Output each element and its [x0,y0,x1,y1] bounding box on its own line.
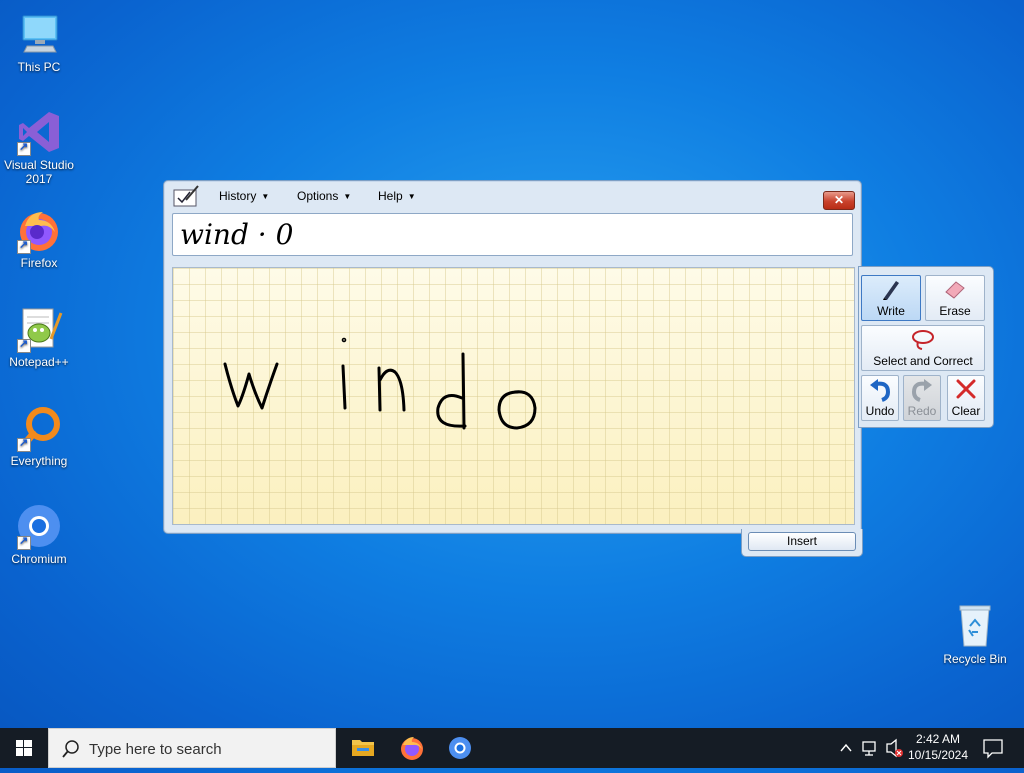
shortcut-arrow-icon [17,534,31,550]
select-and-correct-label: Select and Correct [873,354,973,368]
menu-options[interactable]: Options ▼ [297,189,351,203]
firefox-icon [401,737,423,760]
clear-button[interactable]: Clear [947,375,985,421]
erase-label: Erase [939,304,971,318]
menu-history[interactable]: History ▼ [219,189,269,203]
desktop-icon-label: This PC [17,60,61,74]
chromium-icon [449,737,471,759]
desktop-icon-recycle-bin[interactable]: Recycle Bin [939,602,1011,666]
write-button[interactable]: Write [861,275,921,321]
menu-help[interactable]: Help ▼ [378,189,416,203]
recycle-bin-icon [951,602,999,650]
pen-icon [883,281,899,300]
undo-button[interactable]: Undo [861,375,899,421]
everything-search-icon [15,404,63,452]
taskbar-file-explorer[interactable] [339,728,387,768]
start-button[interactable] [0,728,48,768]
notification-icon [983,739,1003,759]
desktop-icon-chromium[interactable]: Chromium [3,502,75,566]
chevron-down-icon: ▼ [343,192,352,201]
clock-date: 10/15/2024 [907,748,969,762]
chromium-icon [15,502,63,550]
undo-label: Undo [865,404,895,418]
tray-network[interactable] [860,728,882,768]
preview-text: wind · 0 [180,218,294,251]
insert-tab: Insert [741,529,863,557]
shortcut-arrow-icon [17,140,31,156]
desktop-icon-everything[interactable]: Everything [3,404,75,468]
search-placeholder: Type here to search [89,741,222,758]
visual-studio-icon [15,108,63,156]
chevron-down-icon: ▼ [261,192,270,201]
redo-button[interactable]: Redo [903,375,941,421]
tray-chevron[interactable] [836,728,856,768]
redo-icon [911,379,932,402]
write-label: Write [877,304,905,318]
select-and-correct-button[interactable]: Select and Correct [861,325,985,371]
input-panel-logo-icon [172,184,200,208]
firefox-icon [15,206,63,254]
desktop-icon-label: Recycle Bin [943,652,1007,666]
math-input-panel-window: History ▼ Options ▼ Help ▼ ✕ wind · 0 In… [163,180,863,557]
menu-history-label: History [219,189,257,203]
desktop-icon-visual-studio[interactable]: Visual Studio 2017 [3,108,75,186]
desktop-icon-label: Visual Studio 2017 [4,158,74,186]
desktop-icon-label: Notepad++ [9,355,69,369]
windows-logo-icon [16,740,32,756]
clock-time: 2:42 AM [915,732,961,746]
tool-palette: Write Erase Select and Correct Undo Redo [858,266,994,428]
taskbar-search-box[interactable]: Type here to search [48,728,336,768]
erase-button[interactable]: Erase [925,275,985,321]
recognition-preview[interactable]: wind · 0 [172,213,853,256]
desktop-icon-label: Chromium [11,552,67,566]
writing-pad[interactable] [172,267,855,525]
close-button[interactable]: ✕ [823,191,855,210]
action-center-button[interactable] [978,728,1008,768]
lasso-icon [912,330,934,350]
menu-bar: History ▼ Options ▼ Help ▼ ✕ [164,181,861,211]
taskbar-firefox[interactable] [388,728,436,768]
network-icon [862,741,876,756]
taskbar: Type here to search 2:42 AM 10/15/2024 [0,728,1024,768]
desktop-icon-notepad-plus-plus[interactable]: Notepad++ [3,305,75,369]
menu-help-label: Help [378,189,403,203]
chevron-up-icon [840,743,852,752]
shortcut-arrow-icon [17,337,31,353]
menu-options-label: Options [297,189,339,203]
folder-icon [352,740,374,756]
clear-x-icon [956,379,976,399]
monitor-icon [15,10,63,58]
desktop-icon-label: Everything [10,454,68,468]
insert-button[interactable]: Insert [748,532,856,551]
chevron-down-icon: ▼ [407,192,416,201]
handwriting-ink [223,337,537,430]
clear-label: Clear [951,404,981,418]
redo-label: Redo [907,404,937,418]
shortcut-arrow-icon [17,238,31,254]
taskbar-clock[interactable]: 2:42 AM 10/15/2024 [900,731,976,763]
shortcut-arrow-icon [17,436,31,452]
desktop-icon-firefox[interactable]: Firefox [3,206,75,270]
eraser-icon [945,281,965,299]
taskbar-chromium[interactable] [436,728,484,768]
desktop-icon-this-pc[interactable]: This PC [3,10,75,74]
search-icon [62,740,79,758]
notepad-plus-plus-icon [15,305,63,353]
undo-icon [870,379,891,402]
desktop-icon-label: Firefox [20,256,58,270]
